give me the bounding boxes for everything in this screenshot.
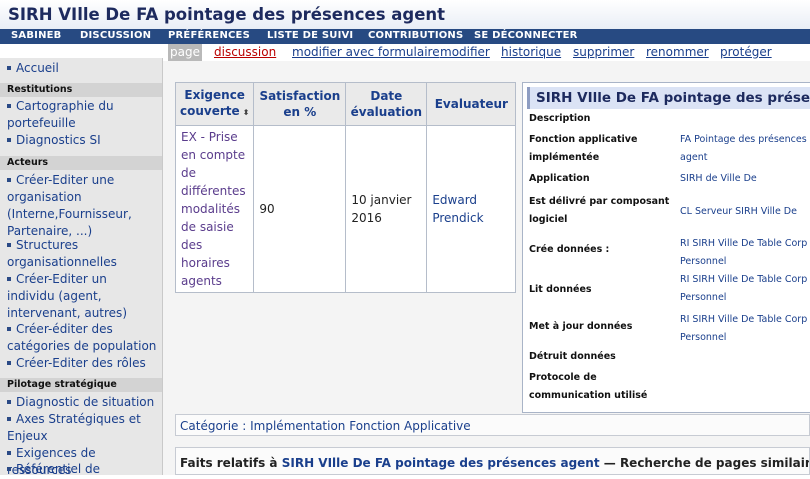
bullet-icon (7, 416, 11, 421)
header-label: Satisfaction en % (259, 89, 341, 119)
column-header-satisfaction[interactable]: Satisfaction en % (253, 82, 347, 126)
infobox-label: Est délivré par composant logiciel (529, 196, 670, 225)
infobox-label: Fonction applicative implémentée (529, 134, 638, 163)
cell-date: 10 janvier 2016 (345, 125, 428, 293)
page-title: SIRH VIlle De FA pointage des présences … (8, 5, 446, 24)
sidebar-item-label: Accueil (16, 61, 59, 75)
page-actions-tabs: page discussion modifier avec formulaire… (168, 44, 810, 61)
user-link-watchlist[interactable]: LISTE DE SUIVI (267, 30, 353, 41)
facts-prefix: Faits relatifs à (180, 456, 278, 470)
sidebar-item-label: Créer-Editer un individu (agent, interve… (7, 272, 127, 320)
infobox-label: Application (529, 173, 590, 184)
tab-discussion[interactable]: discussion (214, 45, 276, 59)
facts-box: Faits relatifs à SIRH VIlle De FA pointa… (175, 447, 810, 475)
bullet-icon (7, 399, 11, 404)
tab-delete[interactable]: supprimer (573, 45, 634, 59)
evaluateur-link[interactable]: Edward Prendick (432, 193, 483, 225)
sidebar-item-structures[interactable]: Structures organisationnelles (7, 237, 157, 271)
infobox-label: Lit données (529, 284, 592, 295)
sidebar-item-diagnostic-situation[interactable]: Diagnostic de situation (7, 394, 157, 411)
user-link-preferences[interactable]: PRÉFÉRENCES (168, 30, 250, 41)
sidebar-item-diagnostics-si[interactable]: Diagnostics SI (7, 132, 157, 149)
user-link-contributions[interactable]: CONTRIBUTIONS (368, 30, 463, 41)
sidebar-item-label: Cartographie du portefeuille (7, 99, 114, 130)
bullet-icon (7, 326, 11, 331)
cell-exigence: EX - Prise en compte de différentes moda… (174, 125, 255, 293)
column-header-date[interactable]: Date évaluation (345, 82, 428, 126)
infobox-label: Met à jour données (529, 321, 633, 332)
column-header-exigence[interactable]: Exigence couverte ⬍ (174, 82, 255, 126)
sidebar-item-label: Structures organisationnelles (7, 238, 117, 269)
sidebar-item-label: Diagnostic de situation (16, 395, 155, 409)
infobox-label: Description (529, 113, 591, 124)
infobox-value-link[interactable]: CL Serveur SIRH Ville De (680, 203, 810, 221)
user-link-discussion[interactable]: DISCUSSION (80, 30, 151, 41)
bullet-icon (7, 276, 11, 281)
tab-history[interactable]: historique (501, 45, 561, 59)
header-label: Date évaluation (350, 89, 423, 119)
header-label: Exigence couverte (180, 88, 245, 118)
table-row: EX - Prise en compte de différentes moda… (174, 125, 517, 293)
sort-icon: ⬍ (242, 108, 250, 117)
user-link-sabineb[interactable]: SABINEB (11, 30, 62, 41)
bullet-icon (7, 103, 11, 108)
user-nav-bar: SABINEB DISCUSSION PRÉFÉRENCES LISTE DE … (0, 29, 810, 44)
sidebar-item-label: Diagnostics SI (16, 133, 101, 147)
exigence-link[interactable]: EX - Prise en compte de différentes moda… (181, 130, 246, 288)
facts-page-link[interactable]: SIRH VIlle De FA pointage des présences … (282, 456, 600, 470)
infobox-value-link[interactable]: RI SIRH Ville De Table Corp Personnel (680, 311, 810, 347)
bullet-icon (7, 177, 11, 182)
infobox-title: SIRH VIlle De FA pointage des présences … (527, 87, 810, 109)
sidebar-section-acteurs: Acteurs (0, 156, 162, 170)
sidebar-item-categories-population[interactable]: Créer-éditer des catégories de populatio… (7, 321, 157, 355)
sidebar-item-accueil[interactable]: Accueil (7, 60, 157, 77)
facts-suffix: — Recherche de pages similaires avec (603, 456, 809, 470)
bullet-icon (7, 450, 11, 455)
tab-page[interactable]: page (168, 44, 202, 61)
bullet-icon (7, 242, 11, 247)
bullet-icon (7, 360, 11, 365)
sidebar-item-creer-organisation[interactable]: Créer-Editer une organisation (Interne,F… (7, 172, 157, 240)
sidebar-item-cartographie[interactable]: Cartographie du portefeuille (7, 98, 157, 132)
tab-protect[interactable]: protéger (720, 45, 772, 59)
infobox-label: Crée données : (529, 244, 610, 255)
category-label-link[interactable]: Catégorie : (180, 419, 246, 433)
sidebar-item-label: Créer-éditer des catégories de populatio… (7, 322, 157, 353)
bullet-icon (7, 137, 11, 142)
cell-evaluateur: Edward Prendick (426, 125, 517, 293)
category-link[interactable]: Implémentation Fonction Applicative (250, 419, 471, 433)
sidebar-item-label: Référentiel de (16, 462, 101, 476)
sidebar-item-roles[interactable]: Créer-Editer des rôles (7, 355, 157, 372)
infobox-label: Détruit données (529, 351, 616, 362)
sidebar-item-label: Créer-Editer une organisation (Interne,F… (7, 173, 132, 238)
tab-edit-with-form[interactable]: modifier avec formulaire (292, 45, 440, 59)
column-header-evaluateur[interactable]: Evaluateur (426, 82, 517, 126)
bullet-icon (7, 65, 11, 70)
user-link-logout[interactable]: SE DÉCONNECTER (474, 30, 578, 41)
tab-edit[interactable]: modifier (440, 45, 490, 59)
infobox-value-link[interactable]: FA Pointage des présences agent (680, 131, 810, 167)
infobox-label: Protocole de communication utilisé (529, 372, 648, 401)
sidebar-item-referentiel[interactable]: Référentiel de (7, 461, 157, 478)
header-label: Evaluateur (434, 97, 508, 111)
infobox-value-link[interactable]: RI SIRH Ville De Table Corp Personnel (680, 235, 810, 271)
category-bar: Catégorie : Implémentation Fonction Appl… (175, 414, 810, 436)
sidebar-item-label: Créer-Editer des rôles (16, 356, 146, 370)
infobox-value-link[interactable]: RI SIRH Ville De Table Corp Personnel (680, 271, 810, 307)
sidebar: Accueil Restitutions Cartographie du por… (0, 58, 163, 478)
infobox-value-link[interactable]: SIRH de Ville De (680, 170, 810, 188)
page-header: SIRH VIlle De FA pointage des présences … (0, 0, 810, 30)
cell-satisfaction: 90 (253, 125, 347, 293)
bullet-icon (7, 466, 11, 471)
infobox: SIRH VIlle De FA pointage des présences … (522, 82, 810, 413)
sidebar-item-label: Axes Stratégiques et Enjeux (7, 412, 141, 443)
tab-rename[interactable]: renommer (646, 45, 709, 59)
sidebar-item-creer-individu[interactable]: Créer-Editer un individu (agent, interve… (7, 271, 157, 322)
table-header-row: Exigence couverte ⬍ Satisfaction en % Dat… (174, 82, 517, 126)
sidebar-section-pilotage: Pilotage stratégique (0, 378, 162, 392)
sidebar-item-axes-strategiques[interactable]: Axes Stratégiques et Enjeux (7, 411, 157, 445)
satisfaction-table: Exigence couverte ⬍ Satisfaction en % Dat… (174, 82, 517, 293)
sidebar-section-restitutions: Restitutions (0, 83, 162, 97)
